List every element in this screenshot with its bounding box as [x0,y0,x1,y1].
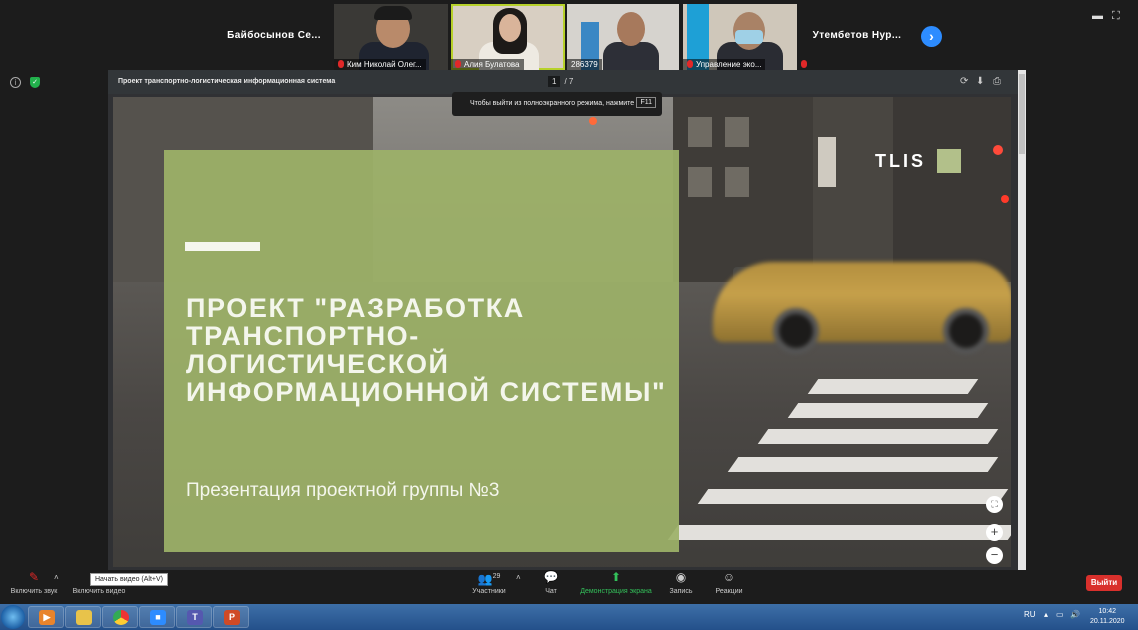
mic-muted-icon [455,60,461,68]
participant-tile-video-active[interactable]: Алия Булатова [451,4,565,70]
encryption-shield-icon[interactable]: ✓ [30,77,40,88]
video-tooltip: Начать видео (Alt+V) [90,573,169,586]
reactions-icon: ☺ [722,570,736,584]
taxi-image [713,262,1011,354]
participant-caption: 286379 [567,59,602,70]
language-indicator[interactable]: RU [1024,610,1036,619]
participants-icon: 👥29 [477,572,501,586]
title-panel: ПРОЕКТ "РАЗРАБОТКА ТРАНСПОРТНО-ЛОГИСТИЧЕ… [164,150,679,552]
media-player-icon[interactable]: ▶ [28,606,64,628]
zoom-window: Байбосынов Се... Ким Николай Олег... Али… [0,0,1138,604]
leave-meeting-button[interactable]: Выйти [1086,575,1122,591]
scrollbar[interactable] [1018,70,1026,570]
logo-text: TLIS [875,151,926,171]
system-clock[interactable]: 10:42 20.11.2020 [1090,607,1125,627]
participant-tile-video[interactable]: Управление эко... [683,4,797,70]
mic-muted-icon [801,60,807,68]
record-icon: ◉ [675,570,687,584]
chat-button[interactable]: 💬 Чат [538,570,564,595]
reactions-button[interactable]: ☺ Реакции [712,570,746,595]
info-icon[interactable]: i [10,77,21,88]
chevron-up-icon[interactable]: ˄ [54,573,59,582]
participant-strip: Байбосынов Се... Ким Николай Олег... Али… [0,0,1138,72]
page-number-input[interactable]: 1 [548,76,561,87]
teams-icon[interactable]: T [176,606,212,628]
fullscreen-exit-icon[interactable]: ⛶ [1112,10,1120,23]
participants-count: 29 [492,573,501,580]
pdf-toolbar: Проект транспортно-логистическая информа… [108,70,1018,94]
slide-title: ПРОЕКТ "РАЗРАБОТКА ТРАНСПОРТНО-ЛОГИСТИЧЕ… [186,293,667,407]
participant-caption: Алия Булатова [451,59,524,70]
powerpoint-icon[interactable]: P [213,606,249,628]
print-icon[interactable]: ⎙ [993,76,1001,87]
fit-page-icon[interactable]: ⛶ [986,496,1003,513]
zoom-in-button[interactable]: + [986,524,1003,541]
network-icon[interactable]: ▭ [1056,610,1064,619]
zoom-icon[interactable]: ■ [139,606,175,628]
download-icon[interactable]: ⬇ [976,76,984,87]
record-button[interactable]: ◉ Запись [666,570,696,595]
participant-tile-video[interactable]: 286379 [567,4,679,70]
tray-up-icon[interactable]: ▴ [1044,610,1048,619]
key-hint: F11 [636,97,656,108]
share-screen-button[interactable]: ⬆ Демонстрация экрана [576,570,656,595]
folder-icon[interactable] [65,606,101,628]
participant-caption: Ким Николай Олег... [334,59,426,70]
mic-muted-icon [687,60,693,68]
participant-tile-name[interactable]: Байбосынов Се... [218,4,330,70]
chevron-right-icon[interactable]: › [921,26,942,47]
participants-button[interactable]: 👥29 Участники [468,570,510,595]
chrome-icon[interactable] [102,606,138,628]
participant-name: Утембетов Нур... [812,30,902,41]
chevron-up-icon[interactable]: ˄ [516,573,521,582]
slide-subtitle: Презентация проектной группы №3 [186,480,500,501]
participant-caption: Управление эко... [683,59,766,70]
chat-icon: 💬 [543,570,559,584]
logo-square [937,149,961,173]
fullscreen-hint: Чтобы выйти из полноэкранного режима, на… [452,92,662,116]
participant-tile-video[interactable]: Ким Николай Олег... [334,4,448,70]
zoom-out-button[interactable]: − [986,547,1003,564]
view-mode-icon[interactable]: ▬ [1092,10,1103,22]
participant-name: Байбосынов Се... [227,30,321,41]
rotate-icon[interactable]: ⟳ [960,76,968,87]
page-indicator: 1/ 7 [548,76,573,87]
participant-tile-name[interactable]: Утембетов Нур... [801,4,913,70]
meeting-toolbar: ✎ Включить звук ˄ Включить видео 👥29 Уча… [0,570,1138,604]
presentation-slide: ПРОЕКТ "РАЗРАБОТКА ТРАНСПОРТНО-ЛОГИСТИЧЕ… [113,97,1011,567]
share-screen-icon: ⬆ [610,570,622,584]
accent-bar [185,242,260,251]
volume-icon[interactable]: 🔊 [1070,610,1080,619]
windows-taskbar: ▶ ■ T P RU ▴ ▭ 🔊 10:42 20.11.2020 [0,604,1138,630]
windows-start-icon[interactable] [1,605,25,629]
document-title: Проект транспортно-логистическая информа… [118,78,336,85]
mic-muted-icon [338,60,344,68]
